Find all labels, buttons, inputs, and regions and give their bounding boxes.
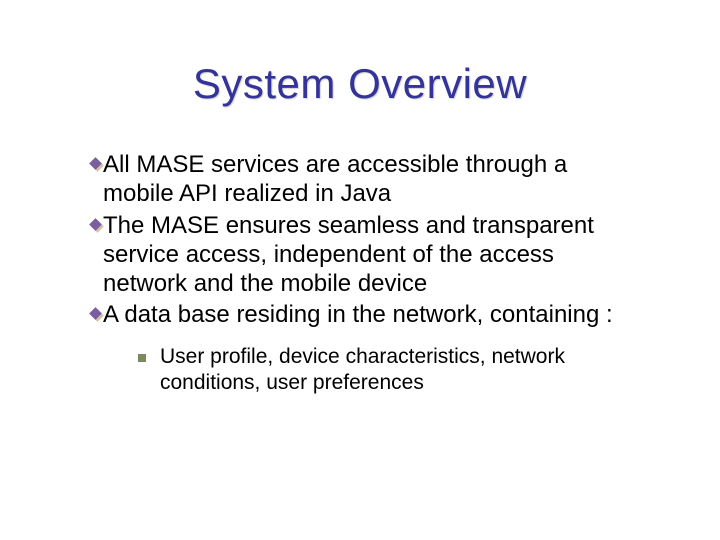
bullet-text: The MASE ensures seamless and transparen… [103,211,642,299]
bullet-text: All MASE services are accessible through… [103,150,642,209]
slide-title: System Overview [0,60,720,108]
sub-bullet-text: User profile, device characteristics, ne… [160,344,630,397]
square-bullet-icon [138,354,146,362]
bullet-item: The MASE ensures seamless and transparen… [92,211,642,299]
diamond-bullet-icon [92,310,103,321]
sub-bullet-item: User profile, device characteristics, ne… [138,344,642,397]
bullet-item: A data base residing in the network, con… [92,300,642,329]
slide: System Overview All MASE services are ac… [0,0,720,540]
diamond-bullet-icon [92,160,103,171]
sub-bullet-list: User profile, device characteristics, ne… [138,344,642,397]
bullet-item: All MASE services are accessible through… [92,150,642,209]
diamond-bullet-icon [92,221,103,232]
slide-body: All MASE services are accessible through… [92,150,642,396]
bullet-text: A data base residing in the network, con… [103,300,613,329]
